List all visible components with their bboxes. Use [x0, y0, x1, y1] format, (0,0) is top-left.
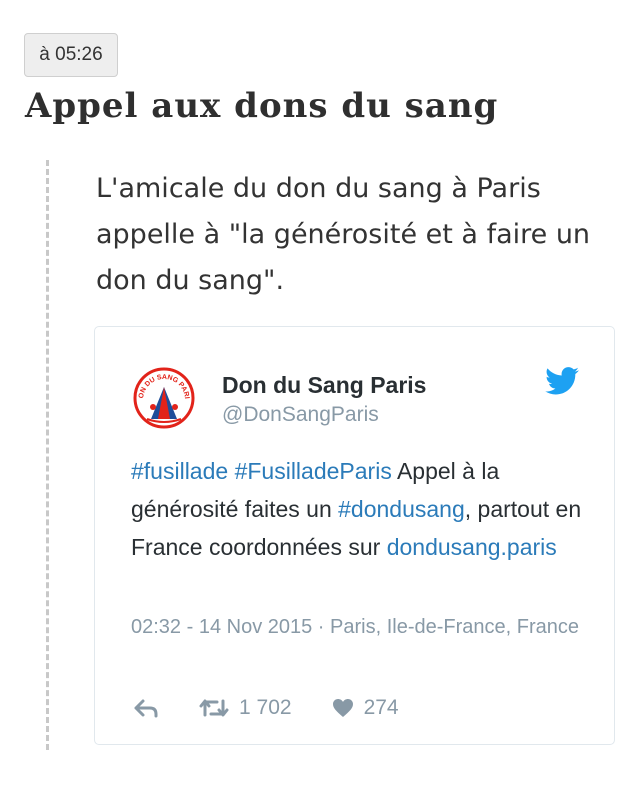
time-badge: à 05:26 [24, 33, 118, 77]
post-body: L'amicale du don du sang à Paris appelle… [96, 173, 591, 296]
reply-icon [134, 699, 158, 718]
tweet-link[interactable]: #FusilladeParis [235, 458, 392, 484]
tweet-link[interactable]: #dondusang [338, 496, 465, 522]
post-title: Appel aux dons du sang [25, 86, 499, 126]
tweet-link[interactable]: dondusang.paris [387, 534, 557, 560]
like-count: 274 [363, 696, 399, 719]
like-button[interactable]: 274 [332, 696, 399, 720]
user-name[interactable]: Don du Sang Paris [222, 372, 426, 399]
heart-icon [332, 699, 353, 717]
user-handle[interactable]: @DonSangParis [222, 403, 379, 427]
tweet-timestamp-location[interactable]: 02:32 - 14 Nov 2015 · Paris, Ile-de-Fran… [131, 612, 581, 642]
retweet-count: 1 702 [239, 696, 292, 719]
reply-button[interactable] [133, 698, 159, 718]
tweet-link[interactable]: #fusillade [131, 458, 228, 484]
dashed-divider [46, 160, 49, 750]
embedded-tweet[interactable]: DON DU SANG PARIS Don du Sang Paris @Don… [94, 326, 615, 745]
twitter-bird-icon[interactable] [545, 367, 579, 395]
tweet-actions: 1 702 274 [133, 693, 399, 723]
avatar[interactable]: DON DU SANG PARIS [133, 367, 195, 429]
retweet-icon [199, 699, 229, 717]
retweet-button[interactable]: 1 702 [199, 696, 292, 720]
tweet-text: #fusillade #FusilladeParis Appel à la gé… [131, 452, 601, 566]
